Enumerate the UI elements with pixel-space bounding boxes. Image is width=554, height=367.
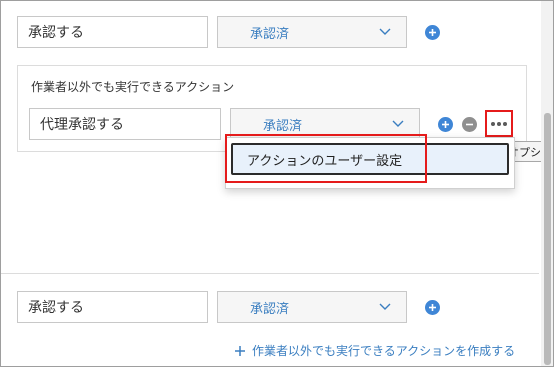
remove-proxy-action-button[interactable] bbox=[462, 117, 477, 132]
status-select[interactable]: 承認済 bbox=[217, 16, 407, 48]
create-proxy-action-link[interactable]: 作業者以外でも実行できるアクションを作成する bbox=[234, 342, 515, 359]
action-name-input[interactable]: 承認する bbox=[17, 291, 208, 323]
plus-icon bbox=[429, 304, 436, 311]
action-name-value: 承認する bbox=[28, 25, 84, 41]
add-proxy-action-button[interactable] bbox=[438, 117, 453, 132]
section-divider bbox=[1, 273, 539, 274]
plus-icon bbox=[235, 345, 245, 356]
chevron-down-icon bbox=[392, 120, 404, 127]
status-select[interactable]: 承認済 bbox=[217, 291, 407, 323]
action-name-value: 承認する bbox=[28, 300, 84, 316]
menu-highlight-frame bbox=[225, 134, 427, 183]
status-select-value: 承認済 bbox=[250, 301, 290, 317]
add-row-button[interactable] bbox=[425, 25, 440, 40]
plus-icon bbox=[442, 121, 449, 128]
proxy-actions-title: 作業者以外でも実行できるアクション bbox=[31, 80, 235, 94]
chevron-down-icon bbox=[379, 303, 391, 310]
options-button[interactable] bbox=[485, 110, 513, 137]
chevron-down-icon bbox=[379, 28, 391, 35]
scrollbar-thumb[interactable] bbox=[544, 113, 551, 365]
more-horizontal-icon bbox=[491, 121, 507, 126]
create-link-label: 作業者以外でも実行できるアクションを作成する bbox=[252, 344, 516, 358]
minus-icon bbox=[466, 123, 473, 126]
proxy-action-name-input[interactable]: 代理承認する bbox=[29, 108, 221, 140]
add-row-button[interactable] bbox=[425, 300, 440, 315]
action-name-input[interactable]: 承認する bbox=[17, 16, 208, 48]
proxy-action-name-value: 代理承認する bbox=[40, 117, 124, 133]
proxy-status-select-value: 承認済 bbox=[263, 118, 303, 134]
plus-icon bbox=[429, 29, 436, 36]
status-select-value: 承認済 bbox=[250, 26, 290, 42]
action-settings-screen: 承認する 承認済 作業者以外でも実行できるアクション 代理承認する 承認済 オプ… bbox=[0, 0, 554, 367]
